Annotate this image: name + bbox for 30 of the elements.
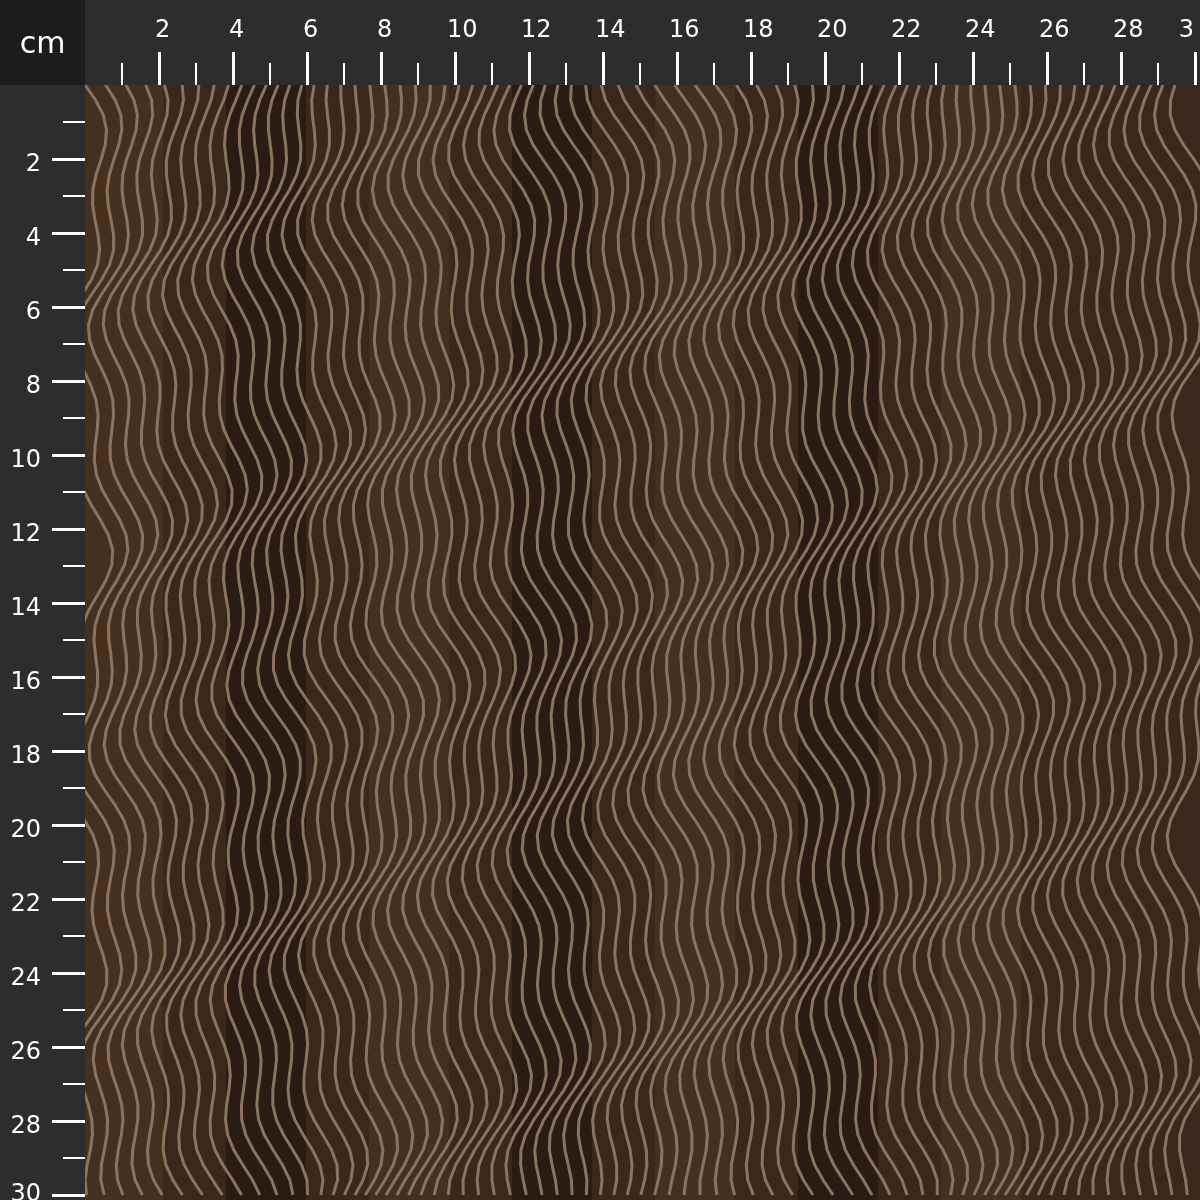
ruler-number: 26 <box>1039 17 1070 41</box>
ruler-number: 18 <box>743 17 774 41</box>
ruler-number: 3 <box>1178 17 1194 41</box>
unit-label: cm <box>0 0 85 85</box>
ruler-number: 4 <box>229 17 245 41</box>
ruler-number: 14 <box>595 17 626 41</box>
ruler-number: 20 <box>817 17 848 41</box>
ruler-number: 26 <box>10 1038 41 1063</box>
ruler-number: 10 <box>447 17 478 41</box>
ruler-number: 18 <box>10 742 41 767</box>
ruler-number: 16 <box>669 17 700 41</box>
ruler-number: 6 <box>25 298 41 323</box>
ruler-number: 22 <box>10 890 41 915</box>
ruler-number: 28 <box>10 1112 41 1137</box>
ruler-number: 28 <box>1113 17 1144 41</box>
ruler-number: 8 <box>377 17 393 41</box>
ruler-number: 2 <box>25 150 41 175</box>
ruler-number: 24 <box>965 17 996 41</box>
ruler-number: 16 <box>10 668 41 693</box>
ruler-number: 12 <box>521 17 552 41</box>
ruler-number: 12 <box>10 520 41 545</box>
ruler-number: 8 <box>25 372 41 397</box>
ruler-number: 14 <box>10 594 41 619</box>
ruler-number: 20 <box>10 816 41 841</box>
ruler-number: 22 <box>891 17 922 41</box>
ruler-number: 10 <box>10 446 41 471</box>
ruler-number: 6 <box>303 17 319 41</box>
ruler-number: 24 <box>10 964 41 989</box>
ruler-number: 2 <box>155 17 171 41</box>
ruler-number: 4 <box>25 224 41 249</box>
